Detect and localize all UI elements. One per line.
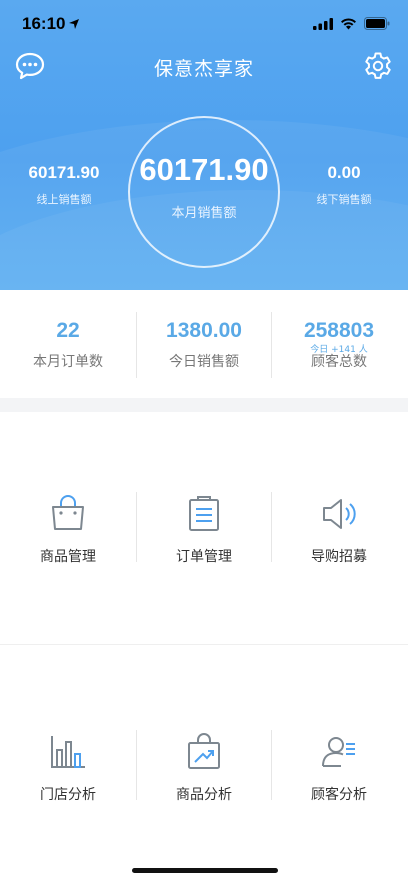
menu-item-product-analysis[interactable]: 商品分析: [136, 732, 272, 804]
shopping-bag-icon: [52, 495, 84, 530]
status-time: 16:10: [22, 14, 66, 33]
online-sales-label: 线上销售额: [36, 193, 92, 206]
menu-label: 商品管理: [40, 549, 96, 565]
menu-item-customer-analysis[interactable]: 顾客分析: [271, 732, 407, 804]
offline-sales-label: 线下销售额: [316, 193, 372, 206]
battery-icon: [364, 15, 390, 34]
status-indicators: [313, 15, 390, 34]
location-arrow-icon: [68, 15, 80, 34]
menu-item-product-management[interactable]: 商品管理: [0, 494, 136, 566]
stat-value: 258803: [303, 319, 375, 342]
menu-label: 订单管理: [176, 549, 232, 565]
menu-item-guide-recruitment[interactable]: 导购招募: [271, 494, 407, 566]
clipboard-list-icon: [189, 496, 219, 531]
menu-item-order-management[interactable]: 订单管理: [136, 494, 272, 566]
bag-trend-icon: [188, 733, 220, 769]
status-bar: 16:10: [0, 0, 408, 46]
stat-value: 1380.00: [166, 319, 242, 342]
bar-chart-icon: [51, 736, 85, 768]
stats-row: 22 本月订单数 1380.00 今日销售额 258803 今日 +141 人 …: [0, 290, 408, 398]
offline-sales-value: 0.00: [327, 163, 361, 182]
stat-label: 今日销售额: [169, 354, 239, 370]
user-list-icon: [322, 737, 355, 767]
divider: [0, 644, 408, 645]
wifi-icon: [340, 15, 357, 34]
header-banner: 16:10 保意杰享家 60171.90 本月销售额 60171.90 线上销售…: [0, 0, 408, 290]
page-title: 保意杰享家: [153, 58, 254, 80]
online-sales-value: 60171.90: [28, 163, 100, 182]
stat-label: 顾客总数: [311, 354, 367, 370]
function-grid: 商品管理 订单管理 导购招募 门店分析 商品分析 顾客分析: [0, 412, 408, 883]
signal-icon: [313, 15, 333, 34]
stat-monthly-orders[interactable]: 22 本月订单数: [0, 290, 136, 398]
stat-label: 本月订单数: [33, 354, 103, 370]
section-spacer: [0, 398, 408, 412]
stat-value: 22: [56, 319, 80, 342]
gear-icon: [365, 52, 391, 79]
monthly-sales-ring: [128, 116, 280, 268]
menu-label: 商品分析: [176, 787, 232, 803]
menu-label: 导购招募: [311, 549, 367, 565]
stat-today-sales[interactable]: 1380.00 今日销售额: [136, 290, 272, 398]
menu-item-store-analysis[interactable]: 门店分析: [0, 732, 136, 804]
menu-label: 顾客分析: [311, 787, 367, 803]
menu-label: 门店分析: [40, 787, 96, 803]
speaker-icon: [323, 499, 356, 529]
home-indicator[interactable]: [132, 868, 278, 873]
stat-total-customers[interactable]: 258803 今日 +141 人 顾客总数: [271, 290, 407, 398]
settings-button[interactable]: [362, 50, 394, 82]
